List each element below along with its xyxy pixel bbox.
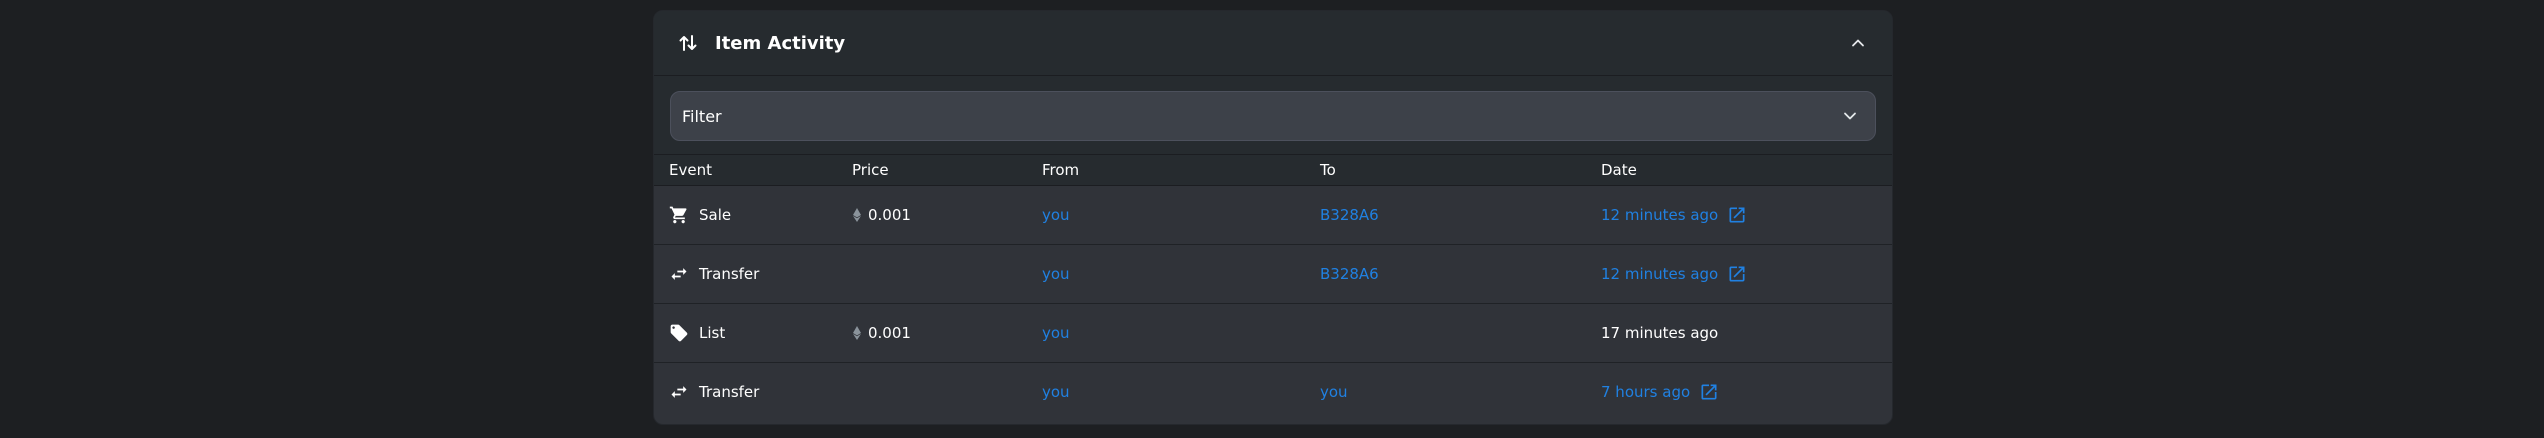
from-link[interactable]: you <box>1042 383 1070 401</box>
to-link[interactable]: B328A6 <box>1320 265 1379 283</box>
from-cell: you <box>1042 265 1320 283</box>
item-activity-header[interactable]: Item Activity <box>654 11 1892 76</box>
event-label: Transfer <box>699 383 760 401</box>
to-link[interactable]: B328A6 <box>1320 206 1379 224</box>
column-header-date: Date <box>1601 161 1637 179</box>
filter-dropdown[interactable]: Filter <box>670 91 1876 141</box>
transfer-icon <box>669 382 689 402</box>
from-cell: you <box>1042 206 1320 224</box>
price-cell: 0.001 <box>852 206 1042 224</box>
swap-vertical-icon <box>678 32 698 54</box>
from-link[interactable]: you <box>1042 206 1070 224</box>
date-link[interactable]: 12 minutes ago <box>1601 206 1718 224</box>
filter-container: Filter <box>654 76 1892 154</box>
date-cell: 12 minutes ago <box>1601 263 1892 285</box>
event-cell: Transfer <box>654 264 852 284</box>
table-row: Transfer you you 7 hours ago <box>654 363 1892 421</box>
external-link-icon[interactable] <box>1726 263 1748 285</box>
date-cell: 7 hours ago <box>1601 381 1892 403</box>
from-cell: you <box>1042 324 1320 342</box>
event-cell: Sale <box>654 205 852 225</box>
to-cell: B328A6 <box>1320 206 1601 224</box>
column-header-event: Event <box>669 161 712 179</box>
external-link-icon[interactable] <box>1698 381 1720 403</box>
table-row: List 0.001 you 17 minutes ago <box>654 304 1892 363</box>
event-label: Sale <box>699 206 732 224</box>
date-cell: 17 minutes ago <box>1601 324 1892 342</box>
event-label: Transfer <box>699 265 760 283</box>
cart-icon <box>669 205 689 225</box>
from-link[interactable]: you <box>1042 324 1070 342</box>
date-cell: 12 minutes ago <box>1601 204 1892 226</box>
price-cell: 0.001 <box>852 324 1042 342</box>
chevron-down-icon <box>1840 106 1860 126</box>
table-row: Transfer you B328A6 12 minutes ago <box>654 245 1892 304</box>
eth-icon <box>852 325 862 341</box>
to-cell: you <box>1320 383 1601 401</box>
tag-icon <box>669 323 689 343</box>
date-link[interactable]: 7 hours ago <box>1601 383 1690 401</box>
event-cell: List <box>654 323 852 343</box>
filter-label: Filter <box>682 106 722 126</box>
date-value: 17 minutes ago <box>1601 324 1719 342</box>
column-header-price: Price <box>852 161 889 179</box>
chevron-up-icon[interactable] <box>1846 31 1870 55</box>
from-cell: you <box>1042 383 1320 401</box>
transfer-icon <box>669 264 689 284</box>
external-link-icon[interactable] <box>1726 204 1748 226</box>
date-link[interactable]: 12 minutes ago <box>1601 265 1718 283</box>
event-label: List <box>699 324 726 342</box>
event-cell: Transfer <box>654 382 852 402</box>
item-activity-panel: Item Activity Filter Event Price From To… <box>653 10 1893 425</box>
price-value: 0.001 <box>868 206 911 224</box>
to-cell: B328A6 <box>1320 265 1601 283</box>
from-link[interactable]: you <box>1042 265 1070 283</box>
eth-icon <box>852 207 862 223</box>
column-header-to: To <box>1320 161 1336 179</box>
column-header-from: From <box>1042 161 1080 179</box>
to-link[interactable]: you <box>1320 383 1348 401</box>
panel-title: Item Activity <box>715 32 846 54</box>
table-header: Event Price From To Date <box>654 154 1892 186</box>
price-value: 0.001 <box>868 324 911 342</box>
table-row: Sale 0.001 you B328A6 12 minutes ago <box>654 186 1892 245</box>
